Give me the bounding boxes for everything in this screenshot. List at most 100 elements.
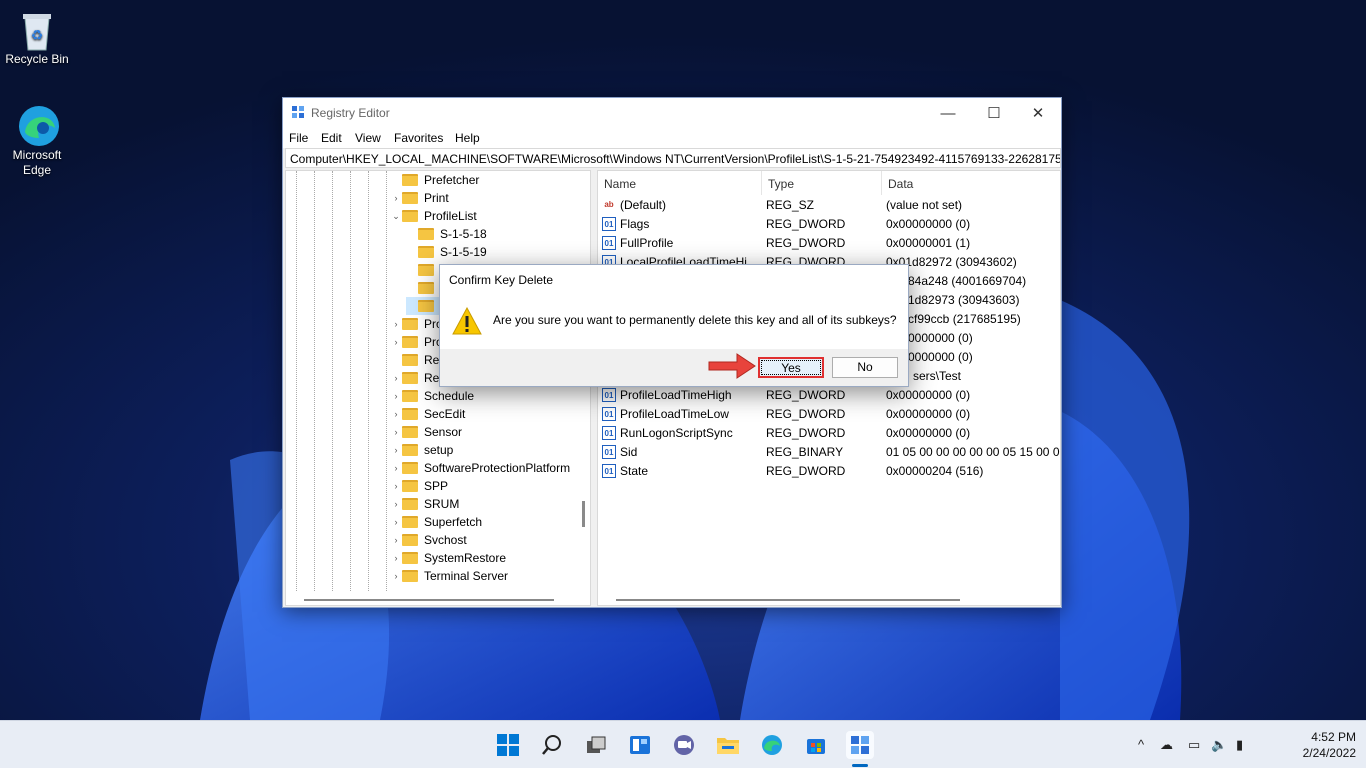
chevron-right-icon[interactable]: › [390,337,402,347]
value-name: State [620,464,649,478]
column-header-data[interactable]: Data [882,171,1060,195]
tray-overflow-chevron[interactable]: ^ [1138,737,1144,752]
chevron-down-icon[interactable]: ⌄ [390,211,402,222]
confirm-key-delete-dialog: Confirm Key Delete Are you sure you want… [439,264,909,387]
chat-icon[interactable] [670,731,698,759]
chevron-right-icon[interactable]: › [390,463,402,473]
pointer-arrow-icon [708,353,756,379]
tree-horizontal-scrollbar[interactable] [304,599,554,601]
tree-node-print[interactable]: › Print [390,189,449,207]
value-name: (Default) [620,198,667,212]
yes-button[interactable]: Yes [758,357,824,378]
tree-node-setup[interactable]: › setup [390,441,454,459]
tree-node-terminal-server[interactable]: › Terminal Server [390,567,509,585]
chevron-right-icon[interactable]: › [390,481,402,491]
menu-bar: File Edit View Favorites Help [283,128,1061,148]
chevron-right-icon[interactable]: › [390,517,402,527]
folder-icon [402,498,418,510]
tree-node-s-1-5-18[interactable]: S-1-5-18 [406,225,487,243]
minimize-button[interactable]: — [925,98,971,128]
menu-edit[interactable]: Edit [321,131,342,145]
tree-node-prefetcher[interactable]: Prefetcher [390,171,479,189]
tree-node-profilelist[interactable]: ⌄ ProfileList [390,207,476,225]
chevron-right-icon[interactable]: › [390,409,402,419]
string-value-icon: ab [604,200,614,209]
table-row[interactable]: 01 Sid REG_BINARY 01 05 00 00 00 00 00 05 1… [598,443,1060,462]
table-row[interactable]: 01 Flags REG_DWORD 0x00000000 (0) [598,215,1060,234]
file-explorer-icon[interactable] [714,731,742,759]
taskbar: ^ ☁ ▭ 🔈 ▮ 4:52 PM 2/24/2022 [0,720,1366,768]
chevron-right-icon[interactable]: › [390,319,402,329]
system-clock[interactable]: 4:52 PM 2/24/2022 [1303,729,1356,761]
column-header-name[interactable]: Name [598,171,762,195]
folder-icon [402,462,418,474]
value-data: 0x00000000 (0) [886,217,971,231]
chevron-right-icon[interactable]: › [390,391,402,401]
tree-node-label: Print [424,191,449,205]
chevron-right-icon[interactable]: › [390,427,402,437]
table-row[interactable]: 01 ProfileLoadTimeHigh REG_DWORD 0x00000000… [598,386,1060,405]
tree-node-prof[interactable]: › Prof [390,315,447,333]
close-button[interactable]: ✕ [1015,98,1061,128]
widgets-icon[interactable] [626,731,654,759]
dialog-title: Confirm Key Delete [440,265,908,293]
chevron-right-icon[interactable]: › [390,535,402,545]
table-row[interactable]: 01 State REG_DWORD 0x00000204 (516) [598,462,1060,481]
list-horizontal-scrollbar[interactable] [616,599,960,601]
tree-node-label: Svchost [424,533,467,547]
tree-vertical-scrollbar[interactable] [582,501,585,527]
chevron-right-icon[interactable]: › [390,553,402,563]
tree-node-schedule[interactable]: › Schedule [390,387,475,405]
chevron-right-icon[interactable]: › [390,571,402,581]
tree-node-softwareprotectionplatform[interactable]: › SoftwareProtectionPlatform [390,459,571,477]
address-bar[interactable]: Computer\HKEY_LOCAL_MACHINE\SOFTWARE\Mic… [285,148,1061,168]
folder-icon [402,372,418,384]
menu-view[interactable]: View [355,131,381,145]
menu-file[interactable]: File [289,131,308,145]
no-button[interactable]: No [832,357,898,378]
warning-icon [452,307,482,335]
desktop-icon-recycle-bin[interactable]: ♻ Recycle Bin [2,8,72,67]
tree-node-spp[interactable]: › SPP [390,477,449,495]
tree-node-sensor[interactable]: › Sensor [390,423,463,441]
display-icon[interactable]: ▭ [1188,737,1200,753]
folder-icon [418,264,434,276]
tree-node-label: SPP [424,479,449,493]
value-data: 0000000 (0) [908,350,973,364]
dialog-message: Are you sure you want to permanently del… [493,313,897,327]
values-list[interactable]: Name Type Data ab (Default) REG_SZ (value n… [597,170,1061,606]
folder-icon [402,318,418,330]
store-icon[interactable] [802,731,830,759]
edge-icon[interactable] [758,731,786,759]
chevron-right-icon[interactable]: › [390,193,402,203]
title-bar[interactable]: Registry Editor — ☐ ✕ [283,98,1061,128]
value-data: 0x00000000 (0) [886,426,971,440]
menu-favorites[interactable]: Favorites [394,131,443,145]
task-view-icon[interactable] [582,731,610,759]
tree-node-srum[interactable]: › SRUM [390,495,460,513]
volume-icon[interactable]: 🔈 [1211,737,1227,753]
network-off-icon[interactable]: ☁ [1160,737,1173,753]
table-row[interactable]: 01 FullProfile REG_DWORD 0x00000001 (1) [598,234,1060,253]
search-icon[interactable] [538,731,566,759]
tree-node-superfetch[interactable]: › Superfetch [390,513,483,531]
desktop-icon-edge[interactable]: Microsoft Edge [2,104,72,178]
chevron-right-icon[interactable]: › [390,499,402,509]
table-row[interactable]: 01 RunLogonScriptSync REG_DWORD 0x00000000 … [598,424,1060,443]
maximize-button[interactable]: ☐ [971,98,1017,128]
tree-node-secedit[interactable]: › SecEdit [390,405,466,423]
column-header-type[interactable]: Type [762,171,882,195]
tree-node-svchost[interactable]: › Svchost [390,531,467,549]
table-row[interactable]: 01 ProfileLoadTimeLow REG_DWORD 0x00000000 … [598,405,1060,424]
chevron-right-icon[interactable]: › [390,373,402,383]
tree-node-prot[interactable]: › Prot [390,333,447,351]
windows-start-icon[interactable] [494,731,522,759]
battery-icon[interactable]: ▮ [1236,737,1243,753]
chevron-right-icon[interactable]: › [390,445,402,455]
table-row[interactable]: ab (Default) REG_SZ (value not set) [598,196,1060,215]
registry-editor-icon[interactable] [846,731,874,759]
tree-node-systemrestore[interactable]: › SystemRestore [390,549,507,567]
menu-help[interactable]: Help [455,131,480,145]
tree-node-s-1-5-19[interactable]: S-1-5-19 [406,243,487,261]
registry-tree[interactable]: Prefetcher › Print ⌄ ProfileList S-1-5-18 … [285,170,591,606]
